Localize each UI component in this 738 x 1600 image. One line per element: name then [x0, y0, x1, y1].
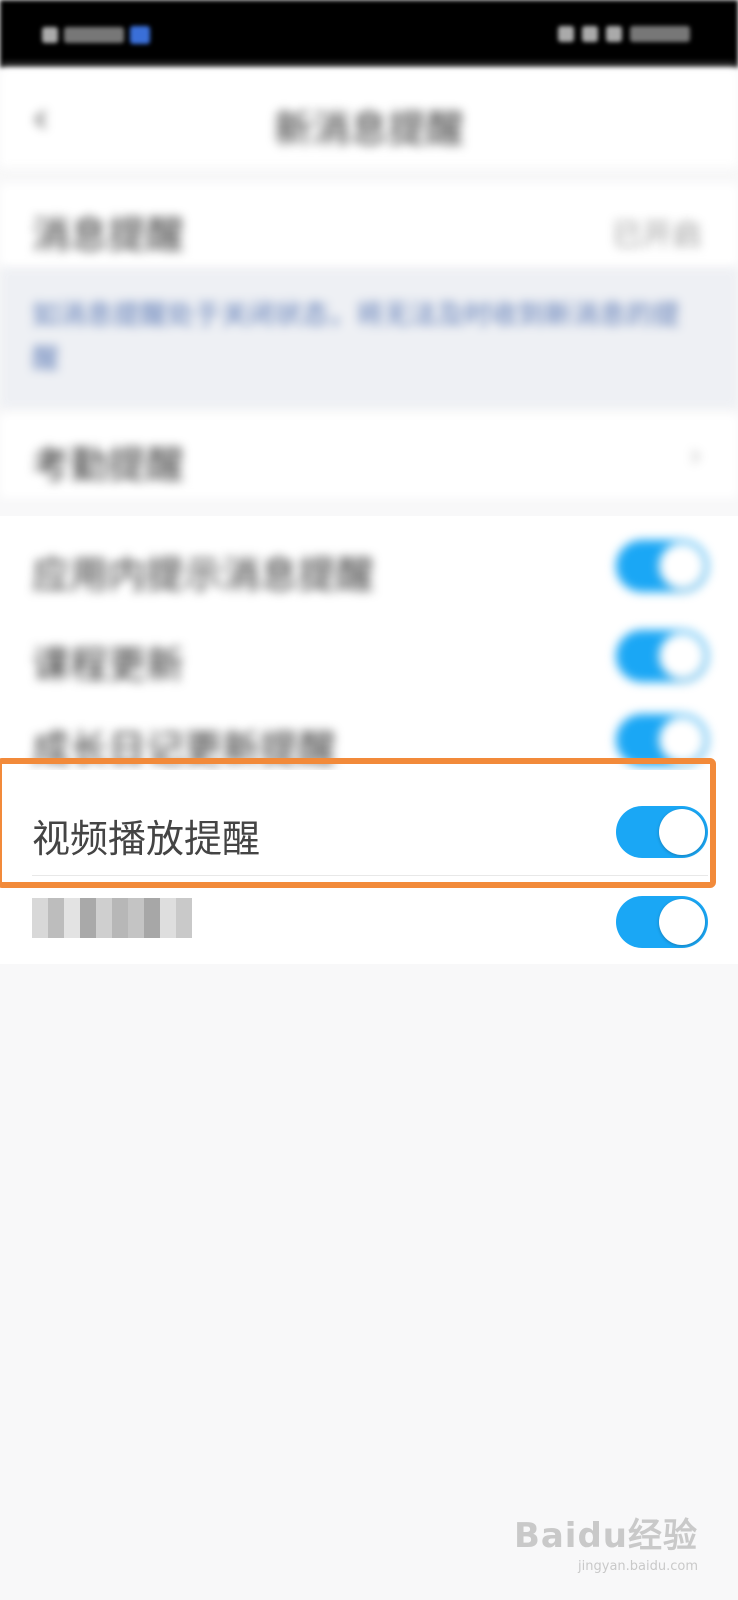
- notice-panel: 如消息提醒处于关闭状态，将无法及时收到新消息的提醒: [0, 268, 738, 408]
- toggle-knob: [659, 543, 705, 589]
- video-play-alert-row: 视频播放提醒: [0, 770, 738, 874]
- baidu-watermark: Baidu经验 jingyan.baidu.com: [514, 1508, 698, 1574]
- pixelated-label: [32, 898, 192, 938]
- notice-text: 如消息提醒处于关闭状态，将无法及时收到新消息的提醒: [32, 300, 680, 375]
- toggle-row: 成长日记更新提醒: [0, 698, 738, 778]
- message-alert-status: 已开启: [612, 218, 702, 253]
- toggle-row: 课程更新: [0, 610, 738, 700]
- toggle-knob: [659, 633, 705, 679]
- toggle-switch[interactable]: [616, 714, 708, 766]
- status-right: [558, 26, 690, 42]
- message-alert-label: 消息提醒: [32, 213, 185, 257]
- video-play-alert-toggle[interactable]: [616, 806, 708, 858]
- signal-icon: [42, 27, 58, 43]
- toggle-label: 成长日记更新提醒: [32, 727, 337, 771]
- battery-icon: [606, 26, 622, 42]
- watermark-logo: Baidu经验: [513, 1516, 698, 1556]
- toggle-switch[interactable]: [616, 896, 708, 948]
- watermark-url: jingyan.baidu.com: [578, 1559, 698, 1574]
- toggle-label: 课程更新: [32, 643, 185, 687]
- page-title: 新消息提醒: [273, 107, 464, 151]
- attendance-alert-label: 考勤提醒: [32, 443, 185, 487]
- status-bar: [0, 0, 738, 68]
- nav-bar: ‹ 新消息提醒: [0, 68, 738, 168]
- message-alert-row[interactable]: 消息提醒 已开启: [0, 184, 738, 268]
- status-left: [42, 26, 150, 44]
- video-play-alert-label: 视频播放提醒: [32, 817, 261, 861]
- attendance-alert-row[interactable]: 考勤提醒 ›: [0, 414, 738, 498]
- alarm-icon: [582, 26, 598, 42]
- app-icon: [130, 26, 150, 44]
- toggle-knob: [659, 717, 705, 763]
- toggle-switch[interactable]: [616, 630, 708, 682]
- wifi-icon: [558, 26, 574, 42]
- clock-text: [630, 26, 690, 42]
- toggle-knob: [659, 809, 705, 855]
- toggle-label: 应用内提示消息提醒: [32, 553, 375, 597]
- carrier-text: [64, 27, 124, 43]
- toggle-switch[interactable]: [616, 540, 708, 592]
- toggle-row: 应用内提示消息提醒: [0, 520, 738, 610]
- toggle-knob: [659, 899, 705, 945]
- chevron-right-icon: ›: [689, 436, 702, 474]
